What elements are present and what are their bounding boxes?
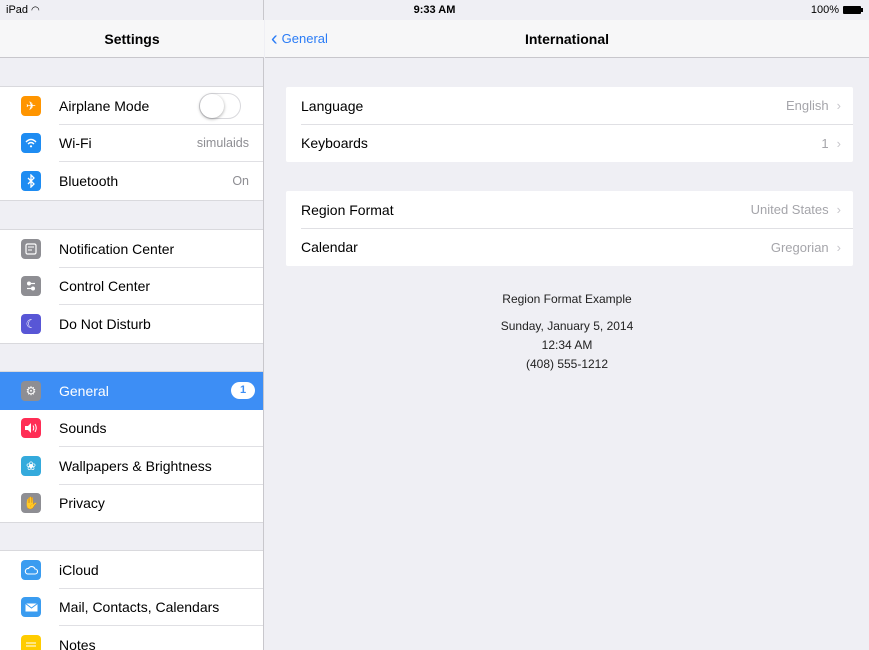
wifi-icon [21,133,41,154]
region-group: Region Format United States › Calendar G… [286,191,853,266]
sidebar: Settings ✈ Airplane Mode Wi-Fi simulaids… [0,0,264,650]
sidebar-item-wallpapers-brightness[interactable]: ❀ Wallpapers & Brightness [0,447,263,485]
setting-row-calendar[interactable]: Calendar Gregorian › [286,229,853,267]
speaker-icon [21,418,41,439]
chevron-right-icon: › [836,98,841,114]
language-group: Language English › Keyboards 1 › [286,87,853,162]
example-phone: (408) 555-1212 [525,357,609,371]
example-time: 12:34 AM [541,338,593,352]
sidebar-item-label: iCloud [59,561,99,578]
cloud-icon [21,559,41,580]
sidebar-item-label: Wallpapers & Brightness [59,457,212,474]
region-format-example-heading: Region Format Example [502,292,632,306]
notification-badge: 1 [231,382,255,400]
notification-center-icon [21,238,41,259]
sidebar-group-preferences: ⚙ General 1 Sounds ❀ Wallpapers & Bright… [0,371,263,523]
setting-value: United States [750,202,829,218]
sidebar-item-label: Bluetooth [59,172,119,189]
bluetooth-status-value: On [232,173,249,188]
sidebar-item-label: Do Not Disturb [59,315,151,332]
sidebar-group-connectivity: ✈ Airplane Mode Wi-Fi simulaids Bluetoot… [0,86,263,201]
chevron-right-icon: › [836,239,841,255]
sidebar-group-system: Notification Center Control Center ☾ Do … [0,229,263,344]
sidebar-item-notification-center[interactable]: Notification Center [0,230,263,268]
setting-value: English [786,98,829,114]
sidebar-item-bluetooth[interactable]: Bluetooth On [0,162,263,200]
sidebar-item-label: Notification Center [59,240,175,257]
sidebar-item-sounds[interactable]: Sounds [0,410,263,447]
gear-icon: ⚙ [21,380,41,401]
status-right: 100% [810,4,863,16]
chevron-right-icon: › [836,202,841,218]
chevron-right-icon: › [836,135,841,151]
sidebar-item-label: Notes [59,636,96,650]
hand-icon: ✋ [21,493,41,514]
sidebar-item-label: Control Center [59,278,151,295]
sidebar-item-icloud[interactable]: iCloud [0,551,263,589]
mail-icon [21,597,41,618]
sidebar-item-label: Privacy [59,495,105,512]
setting-row-region-format[interactable]: Region Format United States › [286,191,853,229]
bluetooth-icon [21,170,41,191]
status-bar: iPad ◠ 9:33 AM 100% [0,0,869,20]
status-time: 9:33 AM [413,4,456,16]
sidebar-item-do-not-disturb[interactable]: ☾ Do Not Disturb [0,305,263,343]
battery-percentage: 100% [810,4,839,16]
control-center-icon [21,276,41,297]
battery-icon [843,6,863,14]
sidebar-item-airplane-mode[interactable]: ✈ Airplane Mode [0,87,263,125]
sidebar-item-control-center[interactable]: Control Center [0,268,263,305]
sidebar-item-mail-contacts-calendars[interactable]: Mail, Contacts, Calendars [0,589,263,626]
setting-row-keyboards[interactable]: Keyboards 1 › [286,125,853,163]
example-date: Sunday, January 5, 2014 [500,319,634,333]
wifi-network-value: simulaids [196,136,249,151]
main-pane: ‹ General International Language English… [265,0,869,650]
setting-label: Calendar [301,239,358,256]
sidebar-item-label: General [59,382,109,399]
setting-label: Language [301,97,364,114]
airplane-mode-toggle[interactable] [199,92,241,119]
sidebar-item-wifi[interactable]: Wi-Fi simulaids [0,125,263,162]
notes-icon [21,634,41,650]
navigation-bar: ‹ General International [265,20,869,58]
sidebar-title: Settings [0,20,264,58]
sidebar-item-notes[interactable]: Notes [0,626,263,650]
page-title: International [524,31,609,47]
sidebar-item-privacy[interactable]: ✋ Privacy [0,485,263,523]
setting-row-language[interactable]: Language English › [286,87,853,125]
airplane-icon: ✈ [21,95,41,116]
sidebar-item-label: Sounds [59,420,107,437]
sidebar-item-label: Airplane Mode [59,97,150,114]
setting-label: Region Format [301,201,394,218]
moon-icon: ☾ [21,313,41,334]
setting-label: Keyboards [301,135,368,152]
sidebar-item-label: Mail, Contacts, Calendars [59,599,220,616]
sidebar-group-accounts: iCloud Mail, Contacts, Calendars Notes [0,550,263,650]
setting-value: Gregorian [770,239,829,255]
sidebar-item-label: Wi-Fi [59,135,92,152]
setting-value: 1 [821,135,829,151]
sidebar-item-general[interactable]: ⚙ General 1 [0,372,263,410]
flower-icon: ❀ [21,455,41,476]
